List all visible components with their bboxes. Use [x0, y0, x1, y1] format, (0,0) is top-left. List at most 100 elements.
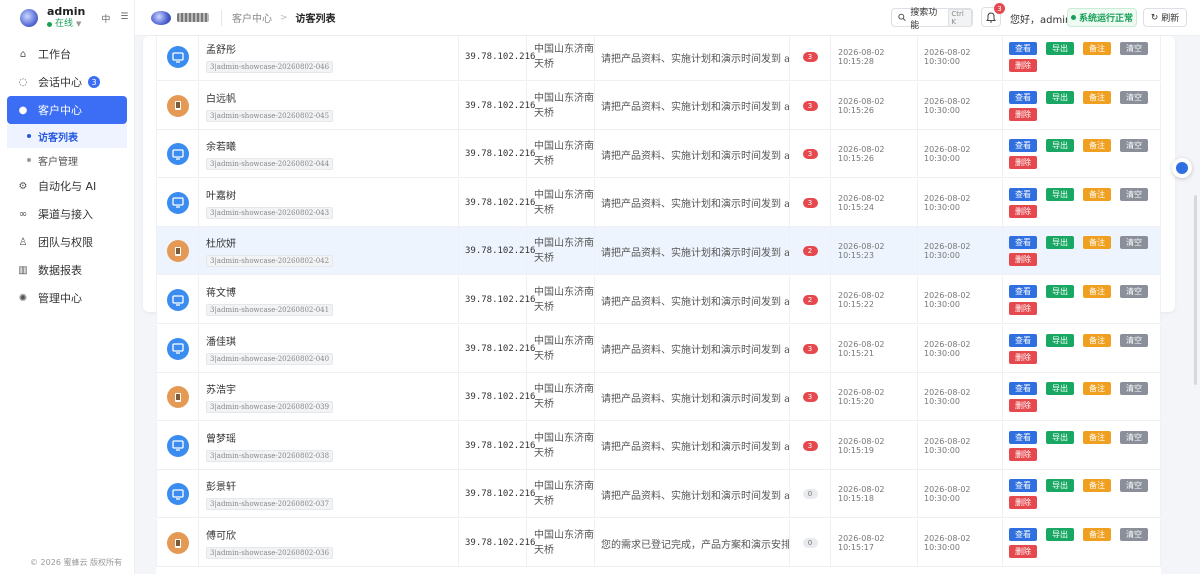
visitor-name[interactable]: 余若曦: [206, 138, 236, 153]
note-button[interactable]: 备注: [1083, 333, 1111, 347]
note-button[interactable]: 备注: [1083, 479, 1111, 493]
delete-button[interactable]: 删除: [1009, 545, 1037, 558]
note-button[interactable]: 备注: [1083, 139, 1111, 153]
clear-button[interactable]: 清空: [1120, 187, 1148, 201]
view-button[interactable]: 查看: [1009, 236, 1037, 250]
sidebar-item-0[interactable]: ⌂ 工作台: [7, 40, 127, 68]
export-button[interactable]: 导出: [1046, 479, 1074, 493]
visitor-name[interactable]: 叶嘉树: [206, 187, 236, 202]
table-row[interactable]: 余若曦 3|admin-showcase-20260802-044 39.78.10…: [156, 130, 1161, 179]
visitor-name[interactable]: 杜欣妍: [206, 235, 236, 250]
sidebar-item-2[interactable]: ● 客户中心: [7, 96, 127, 124]
note-button[interactable]: 备注: [1083, 528, 1111, 541]
table-row[interactable]: 彭景轩 3|admin-showcase-20260802-037 39.78.10…: [156, 470, 1161, 519]
visitor-name[interactable]: 苏浩宇: [206, 381, 236, 396]
note-button[interactable]: 备注: [1083, 430, 1111, 444]
hamburger-icon[interactable]: ☰: [120, 12, 128, 25]
table-row[interactable]: 孟舒彤 3|admin-showcase-20260802-046 39.78.10…: [156, 36, 1161, 81]
delete-button[interactable]: 删除: [1009, 107, 1037, 121]
note-button[interactable]: 备注: [1083, 90, 1111, 104]
search-feature-button[interactable]: 搜索功能 Ctrl K: [891, 8, 973, 31]
export-button[interactable]: 导出: [1046, 90, 1074, 104]
clear-button[interactable]: 清空: [1120, 479, 1148, 493]
clear-button[interactable]: 清空: [1120, 528, 1148, 541]
export-button[interactable]: 导出: [1046, 42, 1074, 55]
export-button[interactable]: 导出: [1046, 236, 1074, 250]
sidebar-subitem-1[interactable]: 客户管理: [7, 148, 127, 172]
export-button[interactable]: 导出: [1046, 528, 1074, 541]
sidebar-item-7[interactable]: ✺ 管理中心: [7, 284, 127, 312]
view-button[interactable]: 查看: [1009, 187, 1037, 201]
export-button[interactable]: 导出: [1046, 333, 1074, 347]
visitor-name[interactable]: 白远帆: [206, 90, 236, 105]
clear-button[interactable]: 清空: [1120, 90, 1148, 104]
online-status[interactable]: 在线 ▼: [47, 18, 85, 30]
view-button[interactable]: 查看: [1009, 479, 1037, 493]
table-row[interactable]: 苏浩宇 3|admin-showcase-20260802-039 39.78.10…: [156, 373, 1161, 422]
action-group: 查看 导出 备注 清空删除: [1009, 528, 1159, 558]
scrollbar[interactable]: [1194, 195, 1197, 385]
sidebar-item-1[interactable]: ◌ 会话中心 3: [7, 68, 127, 96]
delete-button[interactable]: 删除: [1009, 399, 1037, 413]
delete-button[interactable]: 删除: [1009, 302, 1037, 315]
clear-button[interactable]: 清空: [1120, 285, 1148, 298]
user-greeting[interactable]: 您好，admin: [1010, 11, 1071, 26]
visitor-name[interactable]: 曾梦瑶: [206, 430, 236, 445]
view-button[interactable]: 查看: [1009, 90, 1037, 104]
account-switcher[interactable]: admin 在线 ▼: [47, 6, 85, 30]
visitor-name[interactable]: 蒋文博: [206, 284, 236, 299]
delete-button[interactable]: 删除: [1009, 156, 1037, 170]
sidebar-item-5[interactable]: ♙ 团队与权限: [7, 228, 127, 256]
clear-button[interactable]: 清空: [1120, 42, 1148, 55]
view-button[interactable]: 查看: [1009, 528, 1037, 541]
view-button[interactable]: 查看: [1009, 42, 1037, 55]
visitor-name[interactable]: 彭景轩: [206, 478, 236, 493]
ip-cell: 39.78.102.216: [459, 227, 535, 276]
sidebar-item-4[interactable]: ∞ 渠道与接入: [7, 200, 127, 228]
note-button[interactable]: 备注: [1083, 382, 1111, 396]
visitor-name[interactable]: 孟舒彤: [206, 41, 236, 56]
clear-button[interactable]: 清空: [1120, 430, 1148, 444]
export-button[interactable]: 导出: [1046, 187, 1074, 201]
export-button[interactable]: 导出: [1046, 382, 1074, 396]
visitor-name[interactable]: 潘佳琪: [206, 333, 236, 348]
floating-chat-button[interactable]: [1172, 158, 1192, 178]
table-row[interactable]: 傅可欣 3|admin-showcase-20260802-036 39.78.10…: [156, 519, 1161, 567]
delete-button[interactable]: 删除: [1009, 204, 1037, 218]
clear-button[interactable]: 清空: [1120, 236, 1148, 250]
table-row[interactable]: 曾梦瑶 3|admin-showcase-20260802-038 39.78.10…: [156, 421, 1161, 470]
export-button[interactable]: 导出: [1046, 139, 1074, 153]
note-button[interactable]: 备注: [1083, 42, 1111, 55]
delete-button[interactable]: 删除: [1009, 350, 1037, 364]
sidebar-item-3[interactable]: ⚙ 自动化与 AI: [7, 172, 127, 200]
refresh-button[interactable]: ↻ 刷新: [1143, 8, 1187, 27]
table-row[interactable]: 杜欣妍 3|admin-showcase-20260802-042 39.78.10…: [156, 227, 1161, 276]
view-button[interactable]: 查看: [1009, 139, 1037, 153]
clear-button[interactable]: 清空: [1120, 382, 1148, 396]
view-button[interactable]: 查看: [1009, 333, 1037, 347]
breadcrumb-parent[interactable]: 客户中心: [232, 10, 272, 25]
visitor-name[interactable]: 傅可欣: [206, 527, 236, 542]
delete-button[interactable]: 删除: [1009, 447, 1037, 461]
table-row[interactable]: 叶嘉树 3|admin-showcase-20260802-043 39.78.10…: [156, 178, 1161, 227]
delete-button[interactable]: 删除: [1009, 496, 1037, 510]
clear-button[interactable]: 清空: [1120, 139, 1148, 153]
delete-button[interactable]: 删除: [1009, 59, 1037, 72]
delete-button[interactable]: 删除: [1009, 253, 1037, 267]
export-button[interactable]: 导出: [1046, 285, 1074, 298]
view-button[interactable]: 查看: [1009, 382, 1037, 396]
export-button[interactable]: 导出: [1046, 430, 1074, 444]
table-row[interactable]: 蒋文博 3|admin-showcase-20260802-041 39.78.10…: [156, 276, 1161, 324]
table-row[interactable]: 潘佳琪 3|admin-showcase-20260802-040 39.78.10…: [156, 324, 1161, 373]
language-toggle[interactable]: 中: [101, 12, 110, 25]
view-button[interactable]: 查看: [1009, 285, 1037, 298]
view-button[interactable]: 查看: [1009, 430, 1037, 444]
sidebar-item-6[interactable]: ▥ 数据报表: [7, 256, 127, 284]
table-row[interactable]: 白远帆 3|admin-showcase-20260802-045 39.78.10…: [156, 81, 1161, 130]
notifications-button[interactable]: 3: [981, 3, 1005, 27]
note-button[interactable]: 备注: [1083, 187, 1111, 201]
note-button[interactable]: 备注: [1083, 285, 1111, 298]
clear-button[interactable]: 清空: [1120, 333, 1148, 347]
note-button[interactable]: 备注: [1083, 236, 1111, 250]
sidebar-subitem-0[interactable]: 访客列表: [7, 124, 127, 148]
